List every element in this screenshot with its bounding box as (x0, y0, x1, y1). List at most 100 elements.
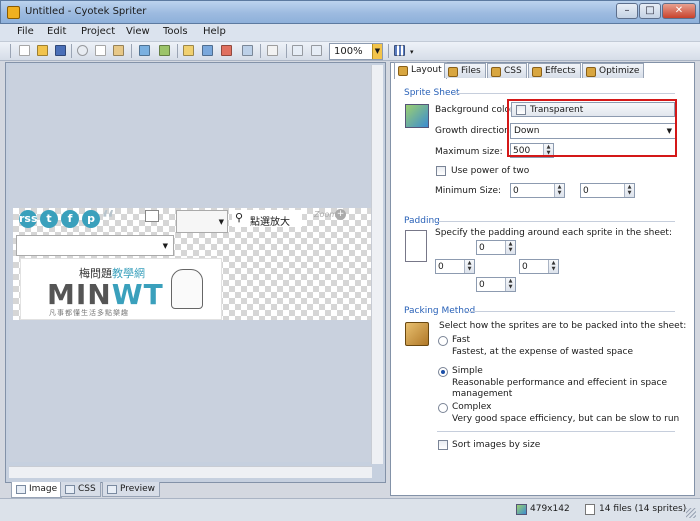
tab-optimize[interactable]: Optimize (582, 63, 645, 78)
radio-complex[interactable] (438, 403, 448, 413)
maximize-button[interactable]: □ (639, 3, 661, 19)
spinner-arrows-icon[interactable]: ▲ ▼ (624, 184, 634, 197)
box-icon (405, 322, 429, 346)
horizontal-scrollbar[interactable] (9, 466, 372, 478)
layout-icon (398, 66, 408, 76)
spinner-arrows-icon[interactable]: ▲ ▼ (464, 260, 474, 273)
grid-icon[interactable] (392, 43, 408, 59)
chevron-down-icon[interactable]: ▼ (372, 44, 382, 59)
tab-preview-label: Preview (120, 484, 156, 494)
padding-top-input[interactable]: 0 ▲ ▼ (476, 240, 516, 255)
fast-desc: Fastest, at the expense of wasted space (452, 347, 633, 357)
minimize-button[interactable]: – (616, 3, 638, 19)
spinner-arrows-icon[interactable]: ▲ ▼ (548, 260, 558, 273)
arrange-icon[interactable] (181, 43, 197, 59)
toolbar-separator (260, 44, 261, 58)
logo-big: MINWT (47, 278, 164, 311)
menu-edit[interactable]: Edit (47, 26, 66, 37)
status-dimensions: 479x142 (530, 504, 570, 514)
properties-icon[interactable] (265, 43, 281, 59)
sort-by-size-checkbox[interactable] (438, 440, 448, 450)
toolbar-separator (286, 44, 287, 58)
export-image-icon[interactable] (200, 43, 216, 59)
padding-desc: Specify the padding around each sprite i… (435, 228, 672, 238)
zoom-value: 100% (334, 46, 363, 57)
spinner-arrows-icon[interactable]: ▲ ▼ (505, 278, 515, 291)
menu-help[interactable]: Help (203, 26, 226, 37)
min-height-input[interactable]: 0 ▲ ▼ (580, 183, 635, 198)
min-width-value: 0 (513, 186, 519, 196)
chevron-down-icon: ▼ (218, 218, 224, 226)
plus-icon: + (335, 209, 346, 220)
padding-right-input[interactable]: 0 ▲ ▼ (519, 259, 559, 274)
complex-label: Complex (452, 402, 492, 412)
tab-image[interactable]: Image (11, 482, 63, 498)
vertical-scrollbar[interactable] (371, 65, 383, 464)
menu-project[interactable]: Project (81, 26, 115, 37)
add-folder-icon[interactable] (157, 43, 173, 59)
padding-left-input[interactable]: 0 ▲ ▼ (435, 259, 475, 274)
tab-layout[interactable]: Layout (394, 62, 447, 79)
tab-files[interactable]: Files (444, 63, 486, 78)
menu-bar: File Edit Project View Tools Help (0, 24, 700, 42)
tab-css[interactable]: CSS (60, 482, 101, 497)
section-sprite-sheet: Sprite Sheet (404, 88, 460, 98)
paste-icon[interactable] (111, 43, 127, 59)
grid-dropdown-icon[interactable]: ▾ (410, 48, 414, 56)
simple-desc-2: management (452, 389, 513, 399)
spinner-arrows-icon[interactable]: ▲ ▼ (505, 241, 515, 254)
tab-preview[interactable]: Preview (102, 482, 161, 497)
padding-right-value: 0 (522, 262, 528, 272)
open-folder-icon[interactable] (35, 43, 51, 59)
radio-simple[interactable] (438, 367, 448, 377)
simple-desc: Reasonable performance and effecient in … (452, 378, 668, 388)
bg-color-label: Background color: (435, 105, 517, 115)
add-image-icon[interactable] (137, 43, 153, 59)
sort-by-size-label: Sort images by size (452, 440, 541, 450)
window-title: Untitled - Cyotek Spriter (25, 6, 147, 17)
tab-css-settings[interactable]: CSS (487, 63, 527, 78)
min-width-input[interactable]: 0 ▲ ▼ (510, 183, 565, 198)
power-of-two-label: Use power of two (451, 166, 530, 176)
save-icon[interactable] (53, 43, 69, 59)
cut-icon[interactable] (75, 43, 91, 59)
arrow-icon (145, 210, 159, 222)
plurk-icon: p (82, 210, 100, 228)
resize-grip[interactable] (686, 508, 696, 518)
rename-icon[interactable] (240, 43, 256, 59)
fast-label: Fast (452, 335, 471, 345)
new-icon[interactable] (17, 43, 33, 59)
tab-effects-label: Effects (545, 66, 576, 76)
image-icon (16, 485, 26, 494)
padding-icon (405, 230, 427, 262)
padding-left-value: 0 (438, 262, 444, 272)
menu-view[interactable]: View (126, 26, 150, 37)
remove-image-icon[interactable] (219, 43, 235, 59)
close-button[interactable]: ✕ (662, 3, 696, 19)
zoom-fit-icon[interactable] (290, 43, 306, 59)
section-divider (455, 93, 675, 94)
power-of-two-checkbox[interactable] (436, 166, 446, 176)
radio-fast[interactable] (438, 336, 448, 346)
rss-icon: rss (19, 210, 38, 228)
menu-file[interactable]: File (17, 26, 34, 37)
padding-bottom-input[interactable]: 0 ▲ ▼ (476, 277, 516, 292)
zoom-gray-label: Zoom (314, 210, 338, 219)
actual-size-icon[interactable] (309, 43, 325, 59)
section-divider (437, 221, 675, 222)
section-divider (466, 311, 675, 312)
toolbar-grip (10, 44, 11, 58)
tab-optimize-label: Optimize (599, 66, 640, 76)
quote-mark-icon: “ (101, 204, 116, 237)
effects-icon (532, 67, 542, 77)
spinner-arrows-icon[interactable]: ▲ ▼ (554, 184, 564, 197)
facebook-icon: f (61, 210, 79, 228)
simple-label: Simple (452, 366, 483, 376)
menu-tools[interactable]: Tools (163, 26, 188, 37)
zoom-select[interactable]: 100% ▼ (329, 43, 383, 60)
tab-effects[interactable]: Effects (528, 63, 581, 78)
settings-tabs: Layout Files CSS Effects Optimize (394, 62, 694, 79)
css-icon (65, 485, 75, 494)
twitter-icon: t (40, 210, 58, 228)
copy-icon[interactable] (93, 43, 109, 59)
